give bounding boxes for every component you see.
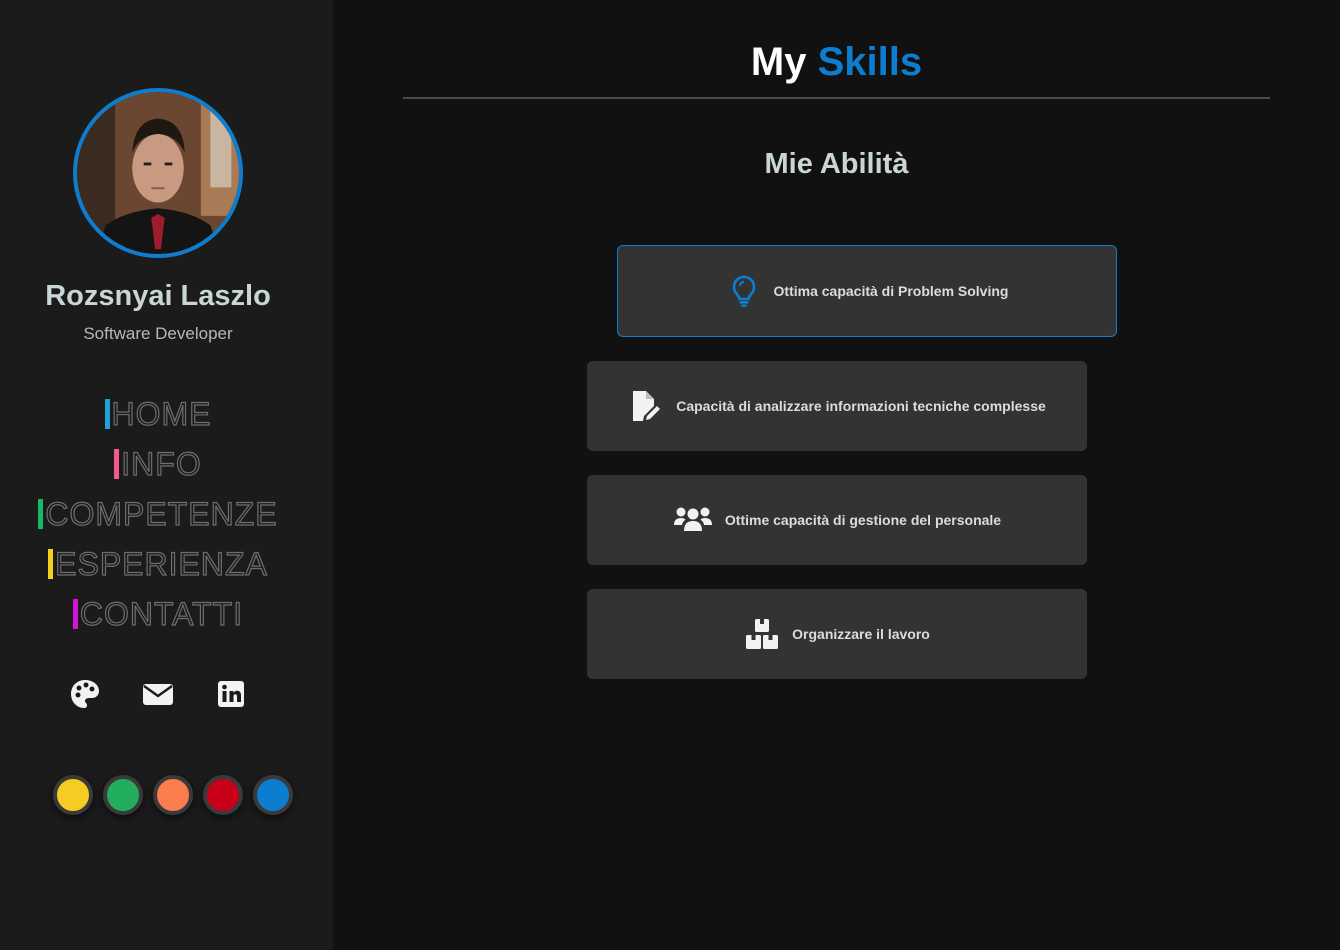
title-divider xyxy=(403,97,1270,99)
nav-label: INFO xyxy=(121,446,202,482)
palette-icon[interactable] xyxy=(67,676,103,712)
nav-accent-bar xyxy=(48,549,54,579)
skill-label: Capacità di analizzare informazioni tecn… xyxy=(676,398,1046,414)
nav-accent-bar xyxy=(38,499,44,529)
theme-swatch-red[interactable] xyxy=(203,775,243,815)
title-prefix: My xyxy=(750,40,807,84)
nav-item-contatti[interactable]: CONTATTI xyxy=(0,596,316,632)
file-edit-icon xyxy=(628,388,664,424)
skill-card-problem-solving[interactable]: Ottima capacità di Problem Solving xyxy=(617,245,1117,337)
profile-role: Software Developer xyxy=(83,324,233,343)
profile-name: Rozsnyai Laszlo xyxy=(45,280,271,312)
envelope-icon[interactable] xyxy=(140,676,176,712)
nav-item-competenze[interactable]: COMPETENZE xyxy=(0,496,316,532)
avatar xyxy=(73,88,243,258)
skill-card-analysis[interactable]: Capacità di analizzare informazioni tecn… xyxy=(587,361,1087,451)
section-subtitle: Mie Abilità xyxy=(764,148,909,180)
nav-accent-bar xyxy=(72,599,78,629)
theme-swatch-blue[interactable] xyxy=(253,775,293,815)
nav-label: COMPETENZE xyxy=(45,496,278,532)
nav-accent-bar xyxy=(114,449,120,479)
lightbulb-icon xyxy=(726,273,762,309)
page-title: My Skills xyxy=(403,40,1270,85)
skill-card-management[interactable]: Ottime capacità di gestione del personal… xyxy=(587,475,1087,565)
title-accent: Skills xyxy=(817,40,923,84)
boxes-icon xyxy=(744,616,780,652)
sidebar: Rozsnyai Laszlo Software Developer HOME … xyxy=(0,0,333,950)
nav-accent-bar xyxy=(104,399,110,429)
users-icon xyxy=(673,502,713,538)
skill-card-organize[interactable]: Organizzare il lavoro xyxy=(587,589,1087,679)
theme-swatch-orange[interactable] xyxy=(153,775,193,815)
nav-label: HOME xyxy=(111,396,212,432)
nav-item-info[interactable]: INFO xyxy=(0,446,316,482)
skill-label: Ottima capacità di Problem Solving xyxy=(773,283,1009,299)
theme-swatch-green[interactable] xyxy=(103,775,143,815)
nav-label: ESPERIENZA xyxy=(55,546,268,582)
theme-swatch-yellow[interactable] xyxy=(53,775,93,815)
skill-label: Organizzare il lavoro xyxy=(792,626,930,642)
profile-photo xyxy=(77,92,239,254)
skill-label: Ottime capacità di gestione del personal… xyxy=(724,512,1002,528)
nav-item-home[interactable]: HOME xyxy=(0,396,316,432)
nav-item-esperienza[interactable]: ESPERIENZA xyxy=(0,546,316,582)
nav-label: CONTATTI xyxy=(79,596,244,632)
linkedin-icon[interactable] xyxy=(213,676,249,712)
